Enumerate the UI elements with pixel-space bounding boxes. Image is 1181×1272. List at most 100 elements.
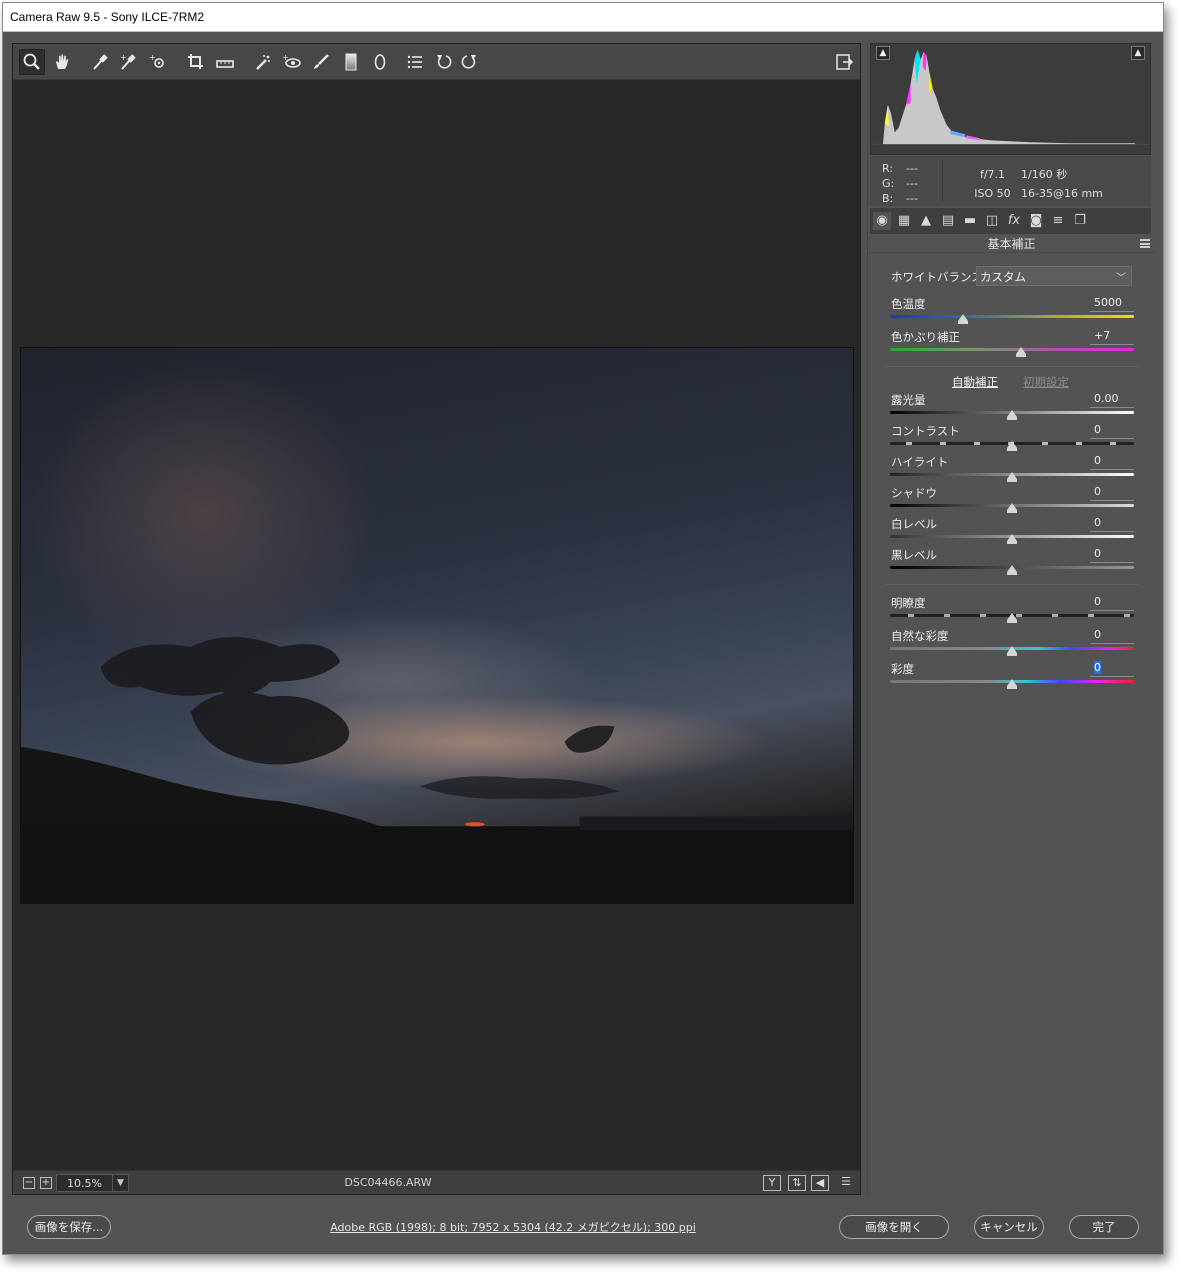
- preferences-button[interactable]: [402, 49, 428, 75]
- exposure-slider[interactable]: 露光量 0.00: [890, 392, 1134, 422]
- highlight-clipping-button[interactable]: ▲: [1131, 46, 1145, 60]
- temperature-label: 色温度: [891, 297, 926, 311]
- blacks-thumb[interactable]: [1007, 565, 1017, 575]
- before-after-button[interactable]: ⇅: [788, 1175, 806, 1191]
- image-canvas[interactable]: [13, 81, 860, 1170]
- crop-tool-button[interactable]: [183, 49, 209, 75]
- contrast-slider[interactable]: コントラスト 0: [890, 423, 1134, 453]
- rotate-cw-icon: [461, 55, 476, 69]
- r-label: R:: [882, 162, 894, 175]
- vibrance-slider[interactable]: 自然な彩度 0: [890, 628, 1134, 658]
- tab-lens-corrections[interactable]: ◫: [983, 212, 1001, 230]
- rotate-cw-button[interactable]: [456, 49, 482, 75]
- blacks-slider[interactable]: 黒レベル 0: [890, 547, 1134, 577]
- done-button[interactable]: 完了: [1069, 1215, 1139, 1239]
- shadows-slider[interactable]: シャドウ 0: [890, 485, 1134, 515]
- pixel-readout: R: --- G: --- B: --- f/7.1 1/160 秒 ISO 50 16-…: [870, 156, 1151, 206]
- radial-filter-tool-button[interactable]: [367, 49, 393, 75]
- rotate-ccw-button[interactable]: [431, 49, 457, 75]
- clarity-value[interactable]: 0: [1090, 595, 1134, 611]
- tab-tone-curve[interactable]: ▦: [895, 212, 913, 230]
- saturation-slider[interactable]: 彩度 0: [890, 661, 1134, 691]
- view-settings-button[interactable]: ☰: [837, 1175, 855, 1191]
- clarity-slider[interactable]: 明瞭度 0: [890, 595, 1134, 625]
- fullscreen-button[interactable]: [831, 49, 857, 75]
- targeted-adjustment-tool-button[interactable]: +: [145, 49, 171, 75]
- view-y-label: Y: [768, 1176, 776, 1189]
- whites-thumb[interactable]: [1007, 534, 1017, 544]
- aperture: f/7.1: [979, 168, 1006, 181]
- tint-thumb[interactable]: [1015, 347, 1026, 357]
- straighten-icon: [216, 60, 234, 68]
- rotate-ccw-icon: [437, 55, 452, 69]
- targeted-adjustment-icon: +: [149, 53, 164, 68]
- spot-removal-tool-button[interactable]: [250, 49, 276, 75]
- hand-tool-button[interactable]: [49, 49, 75, 75]
- zoom-level-select[interactable]: 10.5% ▼: [56, 1174, 129, 1192]
- zoom-out-button[interactable]: −: [23, 1177, 35, 1189]
- vibrance-thumb[interactable]: [1007, 646, 1017, 656]
- spot-removal-icon: [256, 55, 270, 70]
- adjustment-brush-icon: [314, 54, 329, 69]
- highlights-value[interactable]: 0: [1090, 454, 1134, 470]
- exposure-value[interactable]: 0.00: [1090, 392, 1134, 408]
- open-image-button[interactable]: 画像を開く: [839, 1215, 949, 1239]
- r-value: ---: [906, 162, 918, 175]
- svg-text:+: +: [120, 53, 127, 62]
- saturation-thumb[interactable]: [1007, 679, 1017, 689]
- adjustment-brush-tool-button[interactable]: [308, 49, 334, 75]
- temperature-thumb[interactable]: [958, 314, 969, 324]
- shadows-thumb[interactable]: [1007, 503, 1017, 513]
- view-y-button[interactable]: Y: [763, 1175, 781, 1191]
- contrast-value[interactable]: 0: [1090, 423, 1134, 439]
- white-balance-select[interactable]: カスタム ﹀: [976, 266, 1132, 286]
- graduated-filter-tool-button[interactable]: [338, 49, 364, 75]
- tab-detail[interactable]: ▲: [917, 212, 935, 230]
- whites-value[interactable]: 0: [1090, 516, 1134, 532]
- tint-slider[interactable]: 色かぶり補正 +7: [890, 329, 1134, 359]
- tab-split-toning[interactable]: ▬: [961, 212, 979, 230]
- temperature-slider[interactable]: 色温度 5000: [890, 296, 1134, 326]
- exposure-thumb[interactable]: [1007, 410, 1017, 420]
- tab-hsl[interactable]: ▤: [939, 212, 957, 230]
- shadows-value[interactable]: 0: [1090, 485, 1134, 501]
- tab-effects[interactable]: fx: [1005, 212, 1023, 230]
- whites-slider[interactable]: 白レベル 0: [890, 516, 1134, 546]
- vibrance-value[interactable]: 0: [1090, 628, 1134, 644]
- zoom-tool-button[interactable]: [19, 49, 45, 75]
- tab-snapshots[interactable]: ❐: [1071, 212, 1089, 230]
- tab-presets[interactable]: ≡: [1049, 212, 1067, 230]
- tab-basic[interactable]: ◉: [873, 212, 891, 230]
- straighten-tool-button[interactable]: [212, 49, 238, 75]
- swap-icon: ◀: [815, 1176, 825, 1189]
- panel-menu-icon[interactable]: [1140, 239, 1150, 248]
- color-sampler-tool-button[interactable]: +: [115, 49, 141, 75]
- lens: 16-35@16 mm: [1021, 187, 1103, 200]
- highlights-slider[interactable]: ハイライト 0: [890, 454, 1134, 484]
- temperature-value[interactable]: 5000: [1090, 296, 1134, 312]
- highlights-thumb[interactable]: [1007, 472, 1017, 482]
- effects-icon: fx: [1007, 213, 1021, 228]
- shadow-clipping-button[interactable]: ▲: [876, 46, 890, 60]
- temperature-track: [890, 315, 1134, 318]
- blacks-value[interactable]: 0: [1090, 547, 1134, 563]
- tint-value[interactable]: +7: [1090, 329, 1134, 345]
- tint-track: [890, 348, 1134, 351]
- auto-link[interactable]: 自動補正: [952, 374, 998, 390]
- tab-camera-calibration[interactable]: ◙: [1027, 212, 1045, 230]
- basic-icon: ◉: [876, 213, 888, 228]
- saturation-value[interactable]: 0: [1090, 661, 1134, 677]
- zoom-in-button[interactable]: +: [40, 1177, 52, 1189]
- contrast-thumb[interactable]: [1007, 441, 1017, 451]
- window-title: Camera Raw 9.5 - Sony ILCE-7RM2: [10, 10, 205, 24]
- photo-scene: [21, 636, 853, 903]
- cancel-button[interactable]: キャンセル: [974, 1215, 1044, 1239]
- default-link[interactable]: 初期設定: [1023, 374, 1069, 390]
- swap-button[interactable]: ◀: [811, 1175, 829, 1191]
- red-eye-tool-button[interactable]: +: [279, 49, 305, 75]
- chevron-down-icon: ▼: [112, 1175, 128, 1191]
- clarity-thumb[interactable]: [1007, 613, 1017, 623]
- save-image-button[interactable]: 画像を保存...: [27, 1215, 111, 1239]
- white-balance-tool-button[interactable]: [87, 49, 113, 75]
- workflow-options-link[interactable]: Adobe RGB (1998); 8 bit; 7952 x 5304 (42…: [323, 1219, 703, 1235]
